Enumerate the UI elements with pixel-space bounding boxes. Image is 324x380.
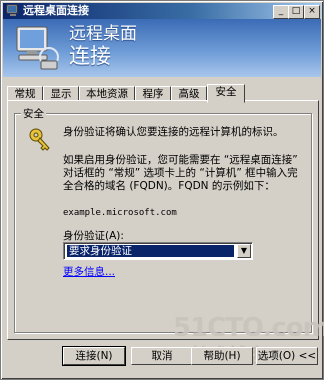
auth-select[interactable]: 要求身份验证 ▼: [63, 242, 253, 260]
fqdn-example: example.microsoft.com: [63, 208, 177, 218]
auth-label: 身份验证(A):: [63, 230, 124, 242]
security-group-label: 安全: [21, 106, 46, 121]
auth-intro-text: 身份验证将确认您要连接的远程计算机的标识。: [63, 126, 284, 138]
title-bar[interactable]: 远程桌面连接 _ □ ×: [3, 3, 321, 19]
auth-select-value: 要求身份验证: [66, 244, 235, 258]
maximize-button[interactable]: □: [288, 5, 304, 19]
remote-desktop-window: 远程桌面连接 _ □ × 远程桌面 连接 常规 显示 本地资源 程序 高级 安全…: [0, 0, 324, 380]
auth-detail-text: 如果启用身份验证，您可能需要在 “远程桌面连接” 对话框的 “常规” 选项卡上的…: [63, 154, 298, 192]
tab-security[interactable]: 安全: [207, 84, 245, 103]
watermark-text: 51CTO.com: [173, 313, 324, 343]
security-group: 安全 身份验证将确认您要连接的远程计算机的标识。 如果启用身份验证，您可能需要在…: [14, 106, 312, 333]
minimize-button[interactable]: _: [273, 5, 289, 19]
security-tab-panel: 安全 身份验证将确认您要连接的远程计算机的标识。 如果启用身份验证，您可能需要在…: [7, 100, 319, 340]
connect-button[interactable]: 连接(N): [62, 346, 126, 366]
computer-icon: [16, 26, 59, 70]
banner-title-line2: 连接: [69, 44, 111, 68]
window-title: 远程桌面连接: [23, 4, 89, 17]
key-icon: [29, 128, 50, 151]
help-button[interactable]: 帮助(H): [191, 347, 253, 365]
chevron-down-icon[interactable]: ▼: [237, 244, 251, 258]
more-info-link[interactable]: 更多信息...: [63, 264, 115, 279]
banner-title-line1: 远程桌面: [69, 24, 137, 44]
close-button[interactable]: ×: [304, 5, 320, 19]
header-banner: 远程桌面 连接: [3, 19, 321, 77]
cancel-button[interactable]: 取消: [131, 347, 193, 365]
remote-desktop-icon: [6, 4, 18, 16]
options-button[interactable]: 选项(O) <<: [256, 347, 318, 365]
